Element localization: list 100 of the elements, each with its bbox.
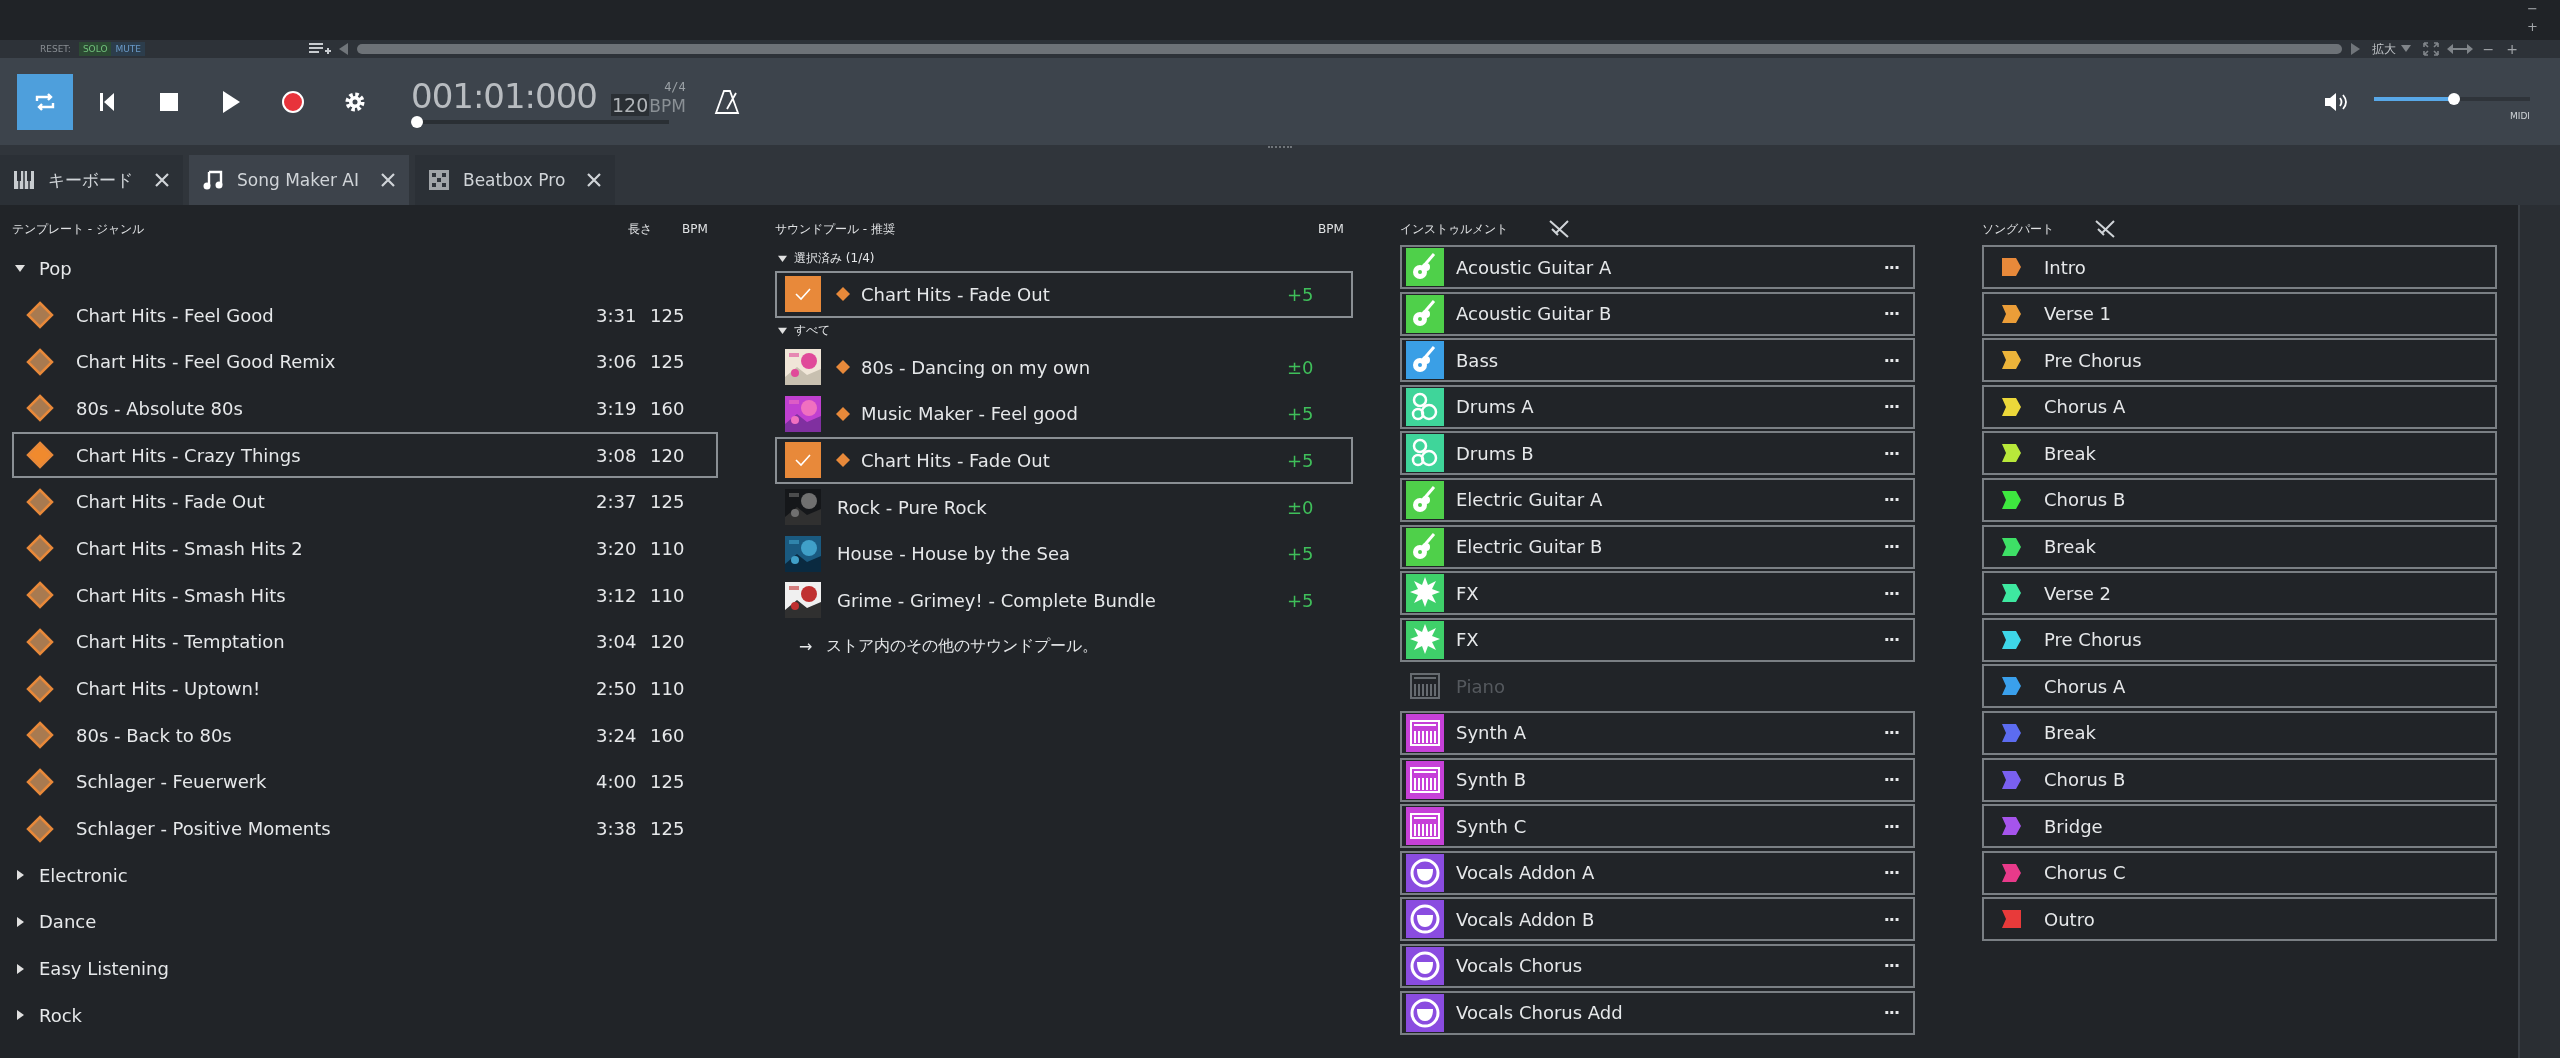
sound-pool-row[interactable]: Grime - Grimey! - Complete Bundle +5 xyxy=(775,577,1353,624)
more-options-button[interactable]: ··· xyxy=(1883,397,1899,417)
zoom-out-button[interactable]: − xyxy=(2480,42,2497,56)
vertical-scrollbar[interactable] xyxy=(2518,205,2560,1058)
position-slider-thumb[interactable] xyxy=(411,115,423,128)
genre-row[interactable]: Dance xyxy=(12,898,740,946)
more-options-button[interactable]: ··· xyxy=(1883,630,1899,650)
song-part-row[interactable]: Break xyxy=(1982,710,2497,755)
sound-pool-row[interactable]: 80s - Dancing on my own ±0 xyxy=(775,343,1353,391)
instrument-row[interactable]: FX ··· xyxy=(1400,617,1915,662)
song-part-row[interactable]: Break xyxy=(1982,431,2497,476)
song-part-row[interactable]: Chorus A xyxy=(1982,384,2497,429)
sound-pool-row[interactable]: Rock - Pure Rock ±0 xyxy=(775,483,1353,531)
sound-pool-row[interactable]: Music Maker - Feel good +5 xyxy=(775,390,1353,438)
instrument-row[interactable]: Vocals Addon B ··· xyxy=(1400,897,1915,942)
instrument-row[interactable]: Electric Guitar A ··· xyxy=(1400,477,1915,522)
checkbox[interactable] xyxy=(785,276,821,313)
tempo-field[interactable]: 120 xyxy=(610,93,650,116)
more-options-button[interactable]: ··· xyxy=(1883,770,1899,790)
metronome-icon[interactable] xyxy=(713,88,742,115)
template-row[interactable]: Chart Hits - Feel Good Remix 3:06 125 xyxy=(12,338,718,386)
genre-row[interactable]: Electronic xyxy=(12,851,740,899)
more-options-button[interactable]: ··· xyxy=(1883,257,1899,277)
sound-pool-row[interactable]: Chart Hits - Fade Out +5 xyxy=(775,437,1353,484)
more-options-button[interactable]: ··· xyxy=(1883,350,1899,370)
close-icon[interactable] xyxy=(381,173,395,187)
more-options-button[interactable]: ··· xyxy=(1883,863,1899,883)
template-row[interactable]: 80s - Back to 80s 3:24 160 xyxy=(12,711,718,759)
template-row[interactable]: Schlager - Positive Moments 3:38 125 xyxy=(12,805,718,852)
store-link[interactable]: ストア内のその他のサウンドプール。 xyxy=(826,636,1099,658)
genre-row[interactable]: Rock xyxy=(12,992,740,1039)
tab[interactable]: キーボード xyxy=(0,155,183,205)
group-header[interactable]: 選択済み (1/4) xyxy=(775,245,1390,271)
instrument-row[interactable]: Synth B ··· xyxy=(1400,757,1915,802)
more-options-button[interactable]: ··· xyxy=(1883,1003,1899,1022)
instrument-row[interactable]: Bass ··· xyxy=(1400,338,1915,383)
volume-slider-thumb[interactable] xyxy=(2447,92,2460,105)
template-row[interactable]: Chart Hits - Fade Out 2:37 125 xyxy=(12,478,718,526)
more-options-button[interactable]: ··· xyxy=(1883,304,1899,324)
volume-icon[interactable] xyxy=(2324,91,2350,112)
instrument-row[interactable]: Vocals Chorus Add ··· xyxy=(1400,990,1915,1035)
instrument-row[interactable]: Electric Guitar B ··· xyxy=(1400,524,1915,569)
more-options-button[interactable]: ··· xyxy=(1883,816,1899,836)
more-options-button[interactable]: ··· xyxy=(1883,443,1899,463)
song-part-row[interactable]: Bridge xyxy=(1982,804,2497,849)
more-options-button[interactable]: ··· xyxy=(1883,537,1899,557)
template-row[interactable]: Chart Hits - Feel Good 3:31 125 xyxy=(12,291,718,339)
song-part-row[interactable]: Pre Chorus xyxy=(1982,617,2497,662)
sound-pool-row[interactable]: House - House by the Sea +5 xyxy=(775,530,1353,578)
sound-pool-row[interactable]: Chart Hits - Fade Out +5 xyxy=(775,271,1353,318)
template-row[interactable]: Chart Hits - Uptown! 2:50 110 xyxy=(12,665,718,712)
more-options-button[interactable]: ··· xyxy=(1883,956,1899,976)
instrument-row[interactable]: Acoustic Guitar B ··· xyxy=(1400,291,1915,336)
collapse-button[interactable]: − xyxy=(2527,2,2538,16)
scroll-left-icon[interactable] xyxy=(339,43,349,55)
expand-button[interactable]: + xyxy=(2527,20,2538,34)
horizontal-scrollbar[interactable] xyxy=(357,44,2342,54)
mute-all-icon[interactable] xyxy=(1548,219,1570,239)
template-row[interactable]: Chart Hits - Smash Hits 2 3:20 110 xyxy=(12,525,718,572)
instrument-row[interactable]: Drums B ··· xyxy=(1400,431,1915,476)
checkbox[interactable] xyxy=(785,442,821,479)
loop-button[interactable] xyxy=(17,73,73,130)
song-part-row[interactable]: Verse 1 xyxy=(1982,291,2497,336)
tab[interactable]: Song Maker AI xyxy=(189,155,409,205)
group-header[interactable]: すべて xyxy=(775,317,1390,344)
instrument-row[interactable]: Acoustic Guitar A ··· xyxy=(1400,245,1915,289)
instrument-row[interactable]: Drums A ··· xyxy=(1400,384,1915,429)
song-part-row[interactable]: Intro xyxy=(1982,245,2497,289)
close-icon[interactable] xyxy=(155,173,169,187)
template-row[interactable]: 80s - Absolute 80s 3:19 160 xyxy=(12,385,718,432)
instrument-row[interactable]: FX ··· xyxy=(1400,571,1915,616)
genre-row[interactable]: Easy Listening xyxy=(12,945,740,992)
instrument-row[interactable]: Vocals Chorus ··· xyxy=(1400,943,1915,988)
song-part-row[interactable]: Chorus B xyxy=(1982,477,2497,522)
instrument-row[interactable]: Vocals Addon A ··· xyxy=(1400,850,1915,895)
mute-all-icon[interactable] xyxy=(2094,219,2116,239)
song-part-row[interactable]: Chorus C xyxy=(1982,850,2497,895)
zoom-in-button[interactable]: + xyxy=(2504,42,2520,56)
template-row[interactable]: Schlager - Feuerwerk 4:00 125 xyxy=(12,758,718,806)
song-part-row[interactable]: Chorus B xyxy=(1982,757,2497,802)
fit-icon[interactable] xyxy=(2422,42,2439,56)
song-part-row[interactable]: Pre Chorus xyxy=(1982,338,2497,383)
close-icon[interactable] xyxy=(587,173,602,187)
scroll-right-icon[interactable] xyxy=(2349,43,2360,55)
zoom-dropdown[interactable]: 拡大 xyxy=(2367,40,2415,58)
instrument-row[interactable]: Synth C ··· xyxy=(1400,804,1915,849)
template-row[interactable]: Chart Hits - Temptation 3:04 120 xyxy=(12,618,718,666)
song-part-row[interactable]: Chorus A xyxy=(1982,664,2497,709)
mute-button[interactable]: MUTE xyxy=(111,42,145,56)
instrument-row[interactable]: Synth A ··· xyxy=(1400,710,1915,755)
song-part-row[interactable]: Verse 2 xyxy=(1982,571,2497,616)
more-options-button[interactable]: ··· xyxy=(1883,583,1899,603)
tab[interactable]: Beatbox Pro xyxy=(415,155,616,205)
template-row[interactable]: Chart Hits - Smash Hits 3:12 110 xyxy=(12,571,718,619)
horizontal-zoom-icon[interactable] xyxy=(2446,43,2473,55)
more-options-button[interactable]: ··· xyxy=(1883,909,1899,929)
template-row[interactable]: Chart Hits - Crazy Things 3:08 120 xyxy=(12,431,718,479)
more-options-button[interactable]: ··· xyxy=(1883,490,1899,510)
genre-row[interactable]: Pop xyxy=(12,245,740,292)
solo-button[interactable]: SOLO xyxy=(78,42,112,56)
